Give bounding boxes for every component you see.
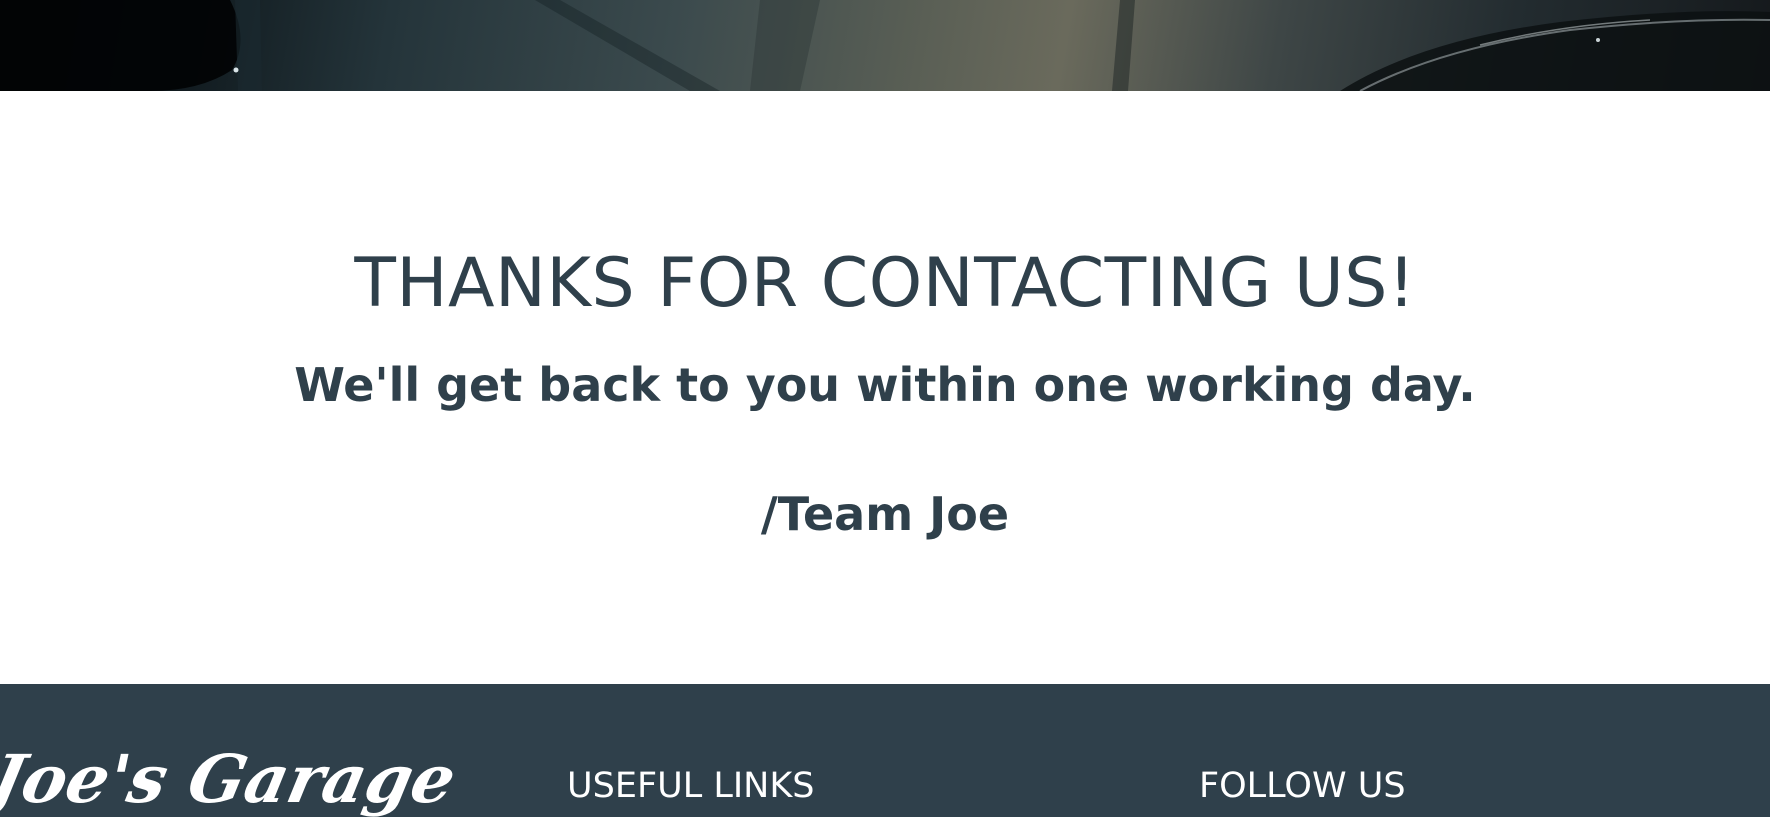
footer-logo[interactable]: Joe's Garage <box>0 739 463 817</box>
thank-you-section: THANKS FOR CONTACTING US! We'll get back… <box>0 91 1770 684</box>
hero-image-banner <box>0 0 1770 91</box>
site-footer: Joe's Garage USEFUL LINKS FOLLOW US <box>0 684 1770 817</box>
team-signature: /Team Joe <box>760 487 1010 541</box>
thank-you-title: THANKS FOR CONTACTING US! <box>354 244 1416 323</box>
thank-you-subtitle: We'll get back to you within one working… <box>294 358 1476 412</box>
useful-links-heading: USEFUL LINKS <box>567 766 815 806</box>
follow-us-heading: FOLLOW US <box>1199 766 1406 806</box>
hero-image-decoration <box>0 0 1770 91</box>
